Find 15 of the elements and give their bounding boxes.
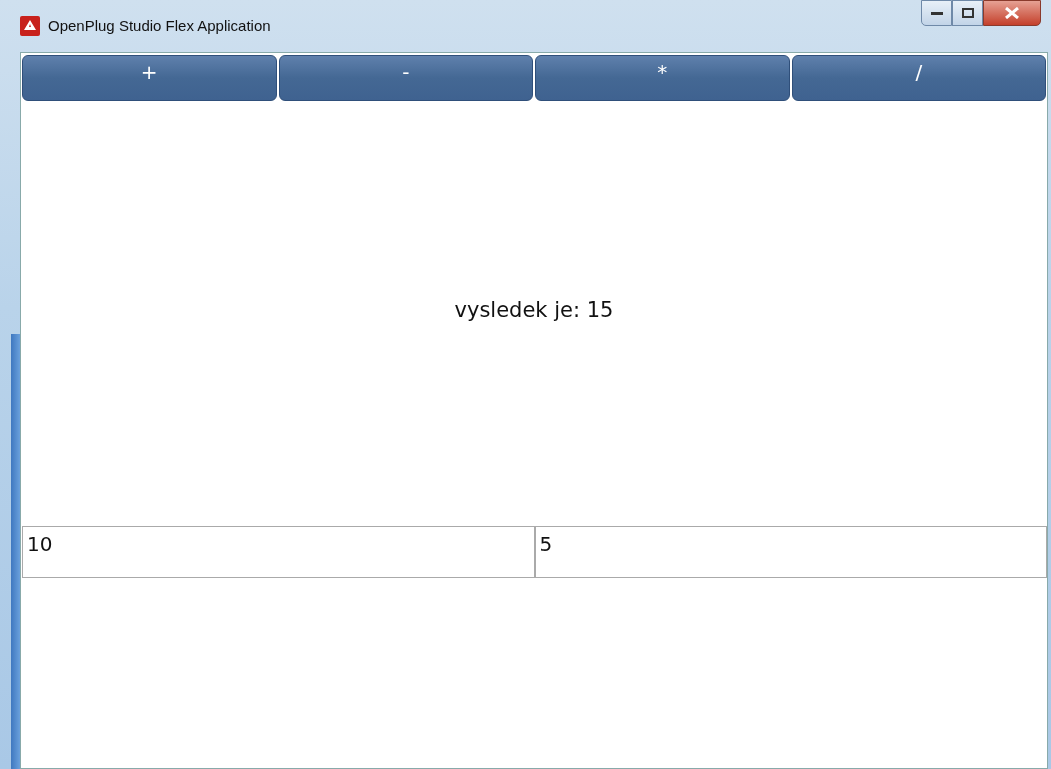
app-logo-icon — [20, 16, 40, 36]
result-text: vysledek je: 15 — [454, 296, 614, 324]
operator-button[interactable]: / — [791, 55, 1046, 101]
number-input-field[interactable]: 10 — [22, 526, 535, 578]
operator-button[interactable]: + — [22, 55, 277, 101]
maximize-icon — [961, 8, 974, 18]
minimize-button[interactable] — [921, 0, 952, 26]
minimize-icon — [930, 10, 943, 16]
operator-button[interactable]: * — [535, 55, 790, 101]
operator-button[interactable]: - — [278, 55, 533, 101]
close-button[interactable] — [983, 0, 1041, 26]
window-title: OpenPlug Studio Flex Application — [48, 15, 271, 36]
maximize-button[interactable] — [952, 0, 983, 26]
close-icon — [1005, 7, 1019, 19]
number-input-field[interactable]: 5 — [534, 526, 1047, 578]
